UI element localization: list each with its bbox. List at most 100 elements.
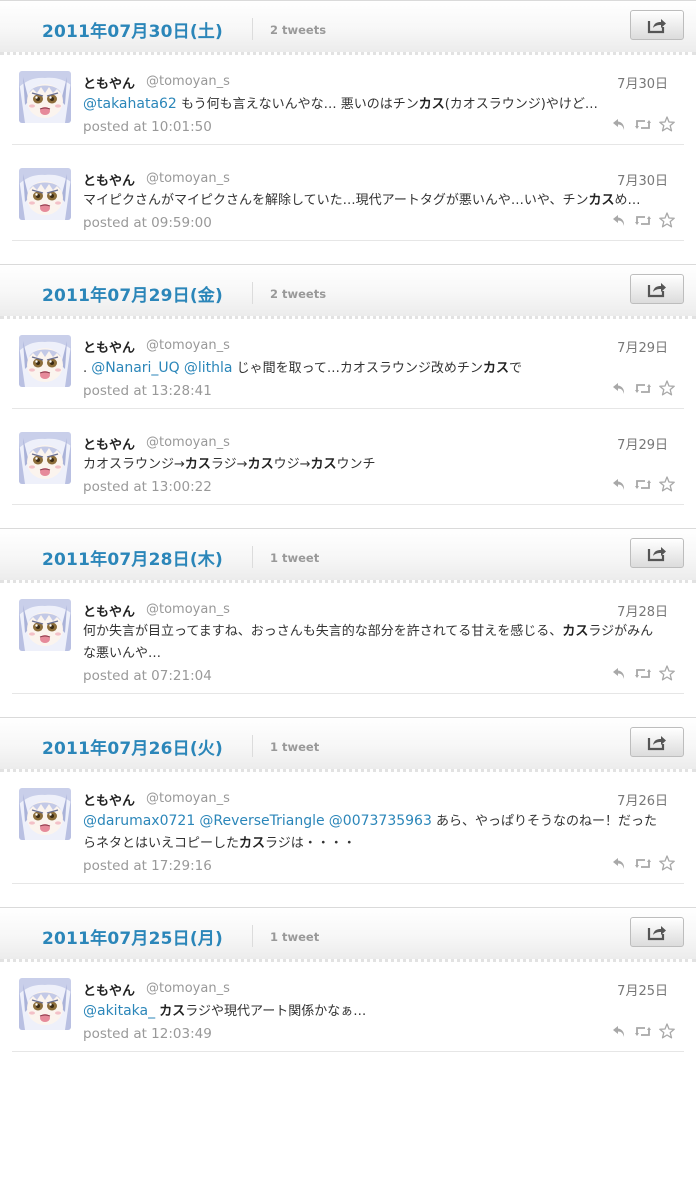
tweet-count: 2 tweets bbox=[270, 287, 327, 301]
day-date[interactable]: 2011年07月28日(木) bbox=[42, 545, 223, 570]
avatar-image bbox=[19, 978, 71, 1030]
user-handle[interactable]: @tomoyan_s bbox=[146, 171, 230, 186]
favorite-button[interactable] bbox=[659, 116, 675, 132]
share-button[interactable] bbox=[630, 10, 684, 40]
user-handle[interactable]: @tomoyan_s bbox=[146, 981, 230, 996]
avatar[interactable] bbox=[19, 599, 71, 651]
share-button[interactable] bbox=[630, 274, 684, 304]
retweet-icon bbox=[635, 215, 651, 225]
favorite-button[interactable] bbox=[659, 476, 675, 492]
tweet-footer: posted at 13:00:22 bbox=[83, 476, 684, 504]
mention-link[interactable]: @Nanari_UQ bbox=[91, 360, 179, 376]
tweet-footer: posted at 09:59:00 bbox=[83, 212, 684, 240]
tweet-footer: posted at 13:28:41 bbox=[83, 380, 684, 408]
reply-button[interactable] bbox=[611, 116, 627, 132]
highlighted-text: カス bbox=[482, 361, 509, 376]
day-date[interactable]: 2011年07月26日(火) bbox=[42, 734, 223, 759]
retweet-button[interactable] bbox=[635, 855, 651, 871]
retweet-button[interactable] bbox=[635, 380, 651, 396]
mention-link[interactable]: @ReverseTriangle bbox=[199, 813, 324, 829]
user-name[interactable]: ともやん bbox=[83, 170, 135, 189]
tweet-actions bbox=[611, 116, 675, 132]
highlighted-text: カス bbox=[562, 624, 589, 639]
avatar[interactable] bbox=[19, 432, 71, 484]
reply-button[interactable] bbox=[611, 665, 627, 681]
retweet-button[interactable] bbox=[635, 665, 651, 681]
tweet-date[interactable]: 7月30日 bbox=[617, 73, 668, 92]
text-segment: ラジ→ bbox=[210, 457, 248, 472]
reply-button[interactable] bbox=[611, 380, 627, 396]
tweet-footer: posted at 12:03:49 bbox=[83, 1023, 684, 1051]
text-segment: 何か失言が目立ってますね、おっさんも失言的な部分を許されてる甘えを感じる、 bbox=[83, 624, 563, 639]
user-handle[interactable]: @tomoyan_s bbox=[146, 435, 230, 450]
tweet-date[interactable]: 7月30日 bbox=[617, 170, 668, 189]
tweet-date[interactable]: 7月29日 bbox=[617, 337, 668, 356]
reply-button[interactable] bbox=[611, 1023, 627, 1039]
reply-button[interactable] bbox=[611, 855, 627, 871]
retweet-button[interactable] bbox=[635, 116, 651, 132]
tweet-date[interactable]: 7月26日 bbox=[617, 790, 668, 809]
mention-link[interactable]: @lithla bbox=[184, 360, 233, 376]
favorite-button[interactable] bbox=[659, 665, 675, 681]
reply-icon bbox=[613, 214, 625, 226]
user-name[interactable]: ともやん bbox=[83, 601, 135, 620]
tweet-list: ともやん @tomoyan_s 7月30日 @takahata62 もう何も言え… bbox=[0, 55, 696, 241]
tweet-footer: posted at 10:01:50 bbox=[83, 116, 684, 144]
share-button[interactable] bbox=[630, 727, 684, 757]
star-icon bbox=[659, 116, 675, 132]
user-name[interactable]: ともやん bbox=[83, 434, 135, 453]
favorite-button[interactable] bbox=[659, 855, 675, 871]
tweet-actions bbox=[611, 380, 675, 396]
tweet: ともやん @tomoyan_s 7月30日 @takahata62 もう何も言え… bbox=[12, 69, 684, 145]
user-name[interactable]: ともやん bbox=[83, 980, 135, 999]
tweet-date[interactable]: 7月29日 bbox=[617, 434, 668, 453]
day-date[interactable]: 2011年07月25日(月) bbox=[42, 924, 223, 949]
share-button[interactable] bbox=[630, 538, 684, 568]
tweet-footer: posted at 07:21:04 bbox=[83, 665, 684, 693]
tweet-list: ともやん @tomoyan_s 7月25日 @akitaka_ カスラジや現代ア… bbox=[0, 962, 696, 1052]
tweet-actions bbox=[611, 665, 675, 681]
day-group: 2011年07月29日(金) 2 tweets ともやん @tomoyan_s … bbox=[0, 264, 696, 505]
mention-link[interactable]: @0073735963 bbox=[329, 813, 432, 829]
tweet-date[interactable]: 7月28日 bbox=[617, 601, 668, 620]
retweet-button[interactable] bbox=[635, 476, 651, 492]
user-handle[interactable]: @tomoyan_s bbox=[146, 74, 230, 89]
retweet-button[interactable] bbox=[635, 1023, 651, 1039]
avatar[interactable] bbox=[19, 71, 71, 123]
tweet-date[interactable]: 7月25日 bbox=[617, 980, 668, 999]
favorite-button[interactable] bbox=[659, 1023, 675, 1039]
avatar[interactable] bbox=[19, 168, 71, 220]
user-name[interactable]: ともやん bbox=[83, 337, 135, 356]
tweet-list: ともやん @tomoyan_s 7月28日 何か失言が目立ってますね、おっさんも… bbox=[0, 583, 696, 694]
share-button[interactable] bbox=[630, 917, 684, 947]
tweet-header: ともやん @tomoyan_s 7月30日 bbox=[83, 71, 684, 93]
retweet-button[interactable] bbox=[635, 212, 651, 228]
day-date[interactable]: 2011年07月30日(土) bbox=[42, 17, 223, 42]
favorite-button[interactable] bbox=[659, 380, 675, 396]
tweet-count: 1 tweet bbox=[270, 740, 320, 754]
avatar[interactable] bbox=[19, 978, 71, 1030]
reply-icon bbox=[613, 118, 625, 130]
user-handle[interactable]: @tomoyan_s bbox=[146, 338, 230, 353]
reply-button[interactable] bbox=[611, 476, 627, 492]
tweet-text: @takahata62 もう何も言えないんやな… 悪いのはチンカス(カオスラウン… bbox=[83, 93, 662, 116]
reply-button[interactable] bbox=[611, 212, 627, 228]
user-name[interactable]: ともやん bbox=[83, 790, 135, 809]
text-segment: マイピクさんがマイピクさんを解除していた…現代アートタグが悪いんや…いや、チン bbox=[83, 193, 589, 208]
text-segment: め… bbox=[614, 193, 641, 208]
star-icon bbox=[659, 1023, 675, 1039]
text-segment: ウジ→ bbox=[273, 457, 311, 472]
reply-icon bbox=[613, 1025, 625, 1037]
user-handle[interactable]: @tomoyan_s bbox=[146, 791, 230, 806]
user-name[interactable]: ともやん bbox=[83, 73, 135, 92]
posted-time: posted at 17:29:16 bbox=[83, 858, 212, 874]
mention-link[interactable]: @akitaka_ bbox=[83, 1003, 155, 1019]
user-handle[interactable]: @tomoyan_s bbox=[146, 602, 230, 617]
avatar[interactable] bbox=[19, 335, 71, 387]
favorite-button[interactable] bbox=[659, 212, 675, 228]
retweet-icon bbox=[635, 479, 651, 489]
day-date[interactable]: 2011年07月29日(金) bbox=[42, 281, 223, 306]
mention-link[interactable]: @takahata62 bbox=[83, 96, 177, 112]
avatar[interactable] bbox=[19, 788, 71, 840]
mention-link[interactable]: @darumax0721 bbox=[83, 813, 195, 829]
